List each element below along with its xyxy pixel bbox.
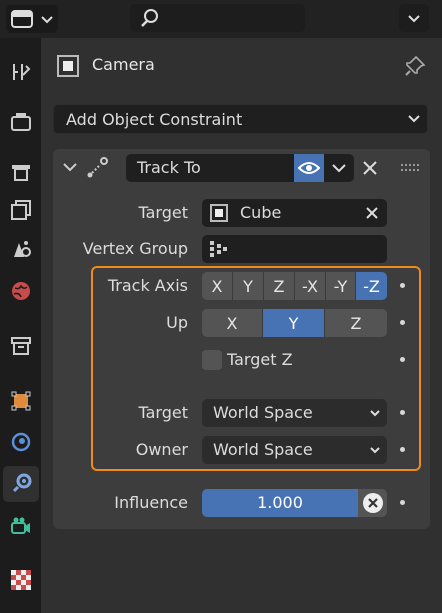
tab-view-layer[interactable]	[3, 192, 39, 228]
keyframe-dot[interactable]	[400, 283, 405, 288]
vertex-group-field[interactable]	[202, 235, 387, 263]
world-icon	[12, 282, 30, 300]
owner-space-label: Owner	[135, 440, 188, 459]
influence-slider[interactable]: 1.000	[202, 489, 358, 517]
physics-icon	[11, 432, 31, 452]
close-icon[interactable]	[361, 159, 379, 177]
texture-icon	[11, 570, 31, 590]
tab-world[interactable]	[3, 273, 39, 309]
vertex-group-icon	[210, 241, 227, 257]
up-axis-label: Up	[166, 313, 188, 332]
up-axis-y[interactable]: Y	[263, 309, 325, 337]
tool-icon	[13, 64, 31, 80]
track-to-icon	[87, 157, 108, 178]
collapse-chevron-icon[interactable]	[62, 160, 78, 176]
influence-label: Influence	[114, 493, 188, 512]
tab-collection[interactable]	[3, 328, 39, 364]
search-icon	[141, 9, 158, 27]
object-name: Camera	[92, 55, 155, 74]
tab-object[interactable]	[3, 383, 39, 419]
track-axis-x[interactable]: X	[202, 272, 233, 300]
tab-constraint[interactable]	[3, 466, 39, 502]
target-z-checkbox[interactable]	[202, 350, 222, 370]
track-axis-y[interactable]: Y	[233, 272, 264, 300]
track-axis-neg-z[interactable]: -Z	[356, 272, 387, 300]
tab-data[interactable]	[3, 508, 39, 544]
target-field[interactable]: Cube	[202, 199, 387, 227]
influence-value: 1.000	[257, 493, 303, 512]
keyframe-dot[interactable]	[400, 447, 405, 452]
object-icon	[11, 391, 31, 411]
close-circle-icon	[362, 493, 383, 513]
constraint-icon	[12, 473, 32, 493]
add-constraint-label: Add Object Constraint	[66, 110, 243, 129]
tab-output[interactable]	[3, 154, 39, 190]
tab-texture[interactable]	[3, 562, 39, 598]
tab-scene[interactable]	[3, 231, 39, 267]
track-axis-label: Track Axis	[107, 276, 188, 295]
eye-icon	[298, 162, 320, 174]
track-axis-neg-y[interactable]: -Y	[326, 272, 356, 300]
chevron-down-icon	[408, 15, 420, 23]
tab-physics[interactable]	[3, 424, 39, 460]
target-space-value: World Space	[213, 403, 313, 422]
chevron-down-icon	[332, 164, 346, 173]
keyframe-dot[interactable]	[400, 410, 405, 415]
pin-icon[interactable]	[403, 54, 427, 78]
chevron-down-icon	[370, 410, 380, 417]
scene-icon	[14, 241, 31, 257]
chevron-down-icon	[408, 115, 420, 123]
editor-type-icon	[11, 10, 53, 28]
data-icon	[11, 517, 30, 534]
tab-tool[interactable]	[3, 54, 39, 90]
collection-icon	[11, 337, 31, 355]
clear-target-icon[interactable]	[365, 206, 379, 220]
view-layer-icon	[11, 200, 31, 220]
target-space-label: Target	[138, 403, 189, 422]
vertex-group-label: Vertex Group	[82, 239, 188, 258]
up-axis-x[interactable]: X	[202, 309, 263, 337]
target-value: Cube	[240, 203, 282, 222]
camera-icon	[57, 55, 79, 77]
owner-space-value: World Space	[213, 440, 313, 459]
keyframe-dot[interactable]	[400, 357, 405, 362]
toggle-enabled-button[interactable]	[294, 154, 324, 182]
options-dropdown[interactable]	[399, 4, 429, 32]
keyframe-dot[interactable]	[400, 320, 405, 325]
tab-render[interactable]	[3, 104, 39, 140]
constraint-name: Track To	[137, 158, 201, 177]
target-space-dropdown[interactable]: World Space	[202, 399, 387, 427]
disable-keep-transform-button[interactable]	[358, 489, 387, 517]
editor-type-selector[interactable]	[6, 5, 58, 33]
constraint-name-field[interactable]: Track To	[126, 154, 294, 182]
target-label: Target	[138, 203, 189, 222]
output-icon	[12, 165, 30, 181]
track-axis-neg-x[interactable]: -X	[295, 272, 326, 300]
cube-icon	[210, 204, 228, 222]
add-constraint-dropdown[interactable]: Add Object Constraint	[53, 104, 428, 134]
chevron-down-icon	[370, 447, 380, 454]
render-icon	[11, 113, 31, 131]
constraint-menu-button[interactable]	[324, 154, 354, 182]
track-axis-z[interactable]: Z	[264, 272, 295, 300]
keyframe-dot[interactable]	[400, 500, 405, 505]
drag-handle-icon[interactable]	[401, 162, 419, 174]
owner-space-dropdown[interactable]: World Space	[202, 436, 387, 464]
up-axis-z[interactable]: Z	[325, 309, 387, 337]
target-z-label: Target Z	[227, 350, 293, 369]
search-input[interactable]	[130, 4, 305, 32]
